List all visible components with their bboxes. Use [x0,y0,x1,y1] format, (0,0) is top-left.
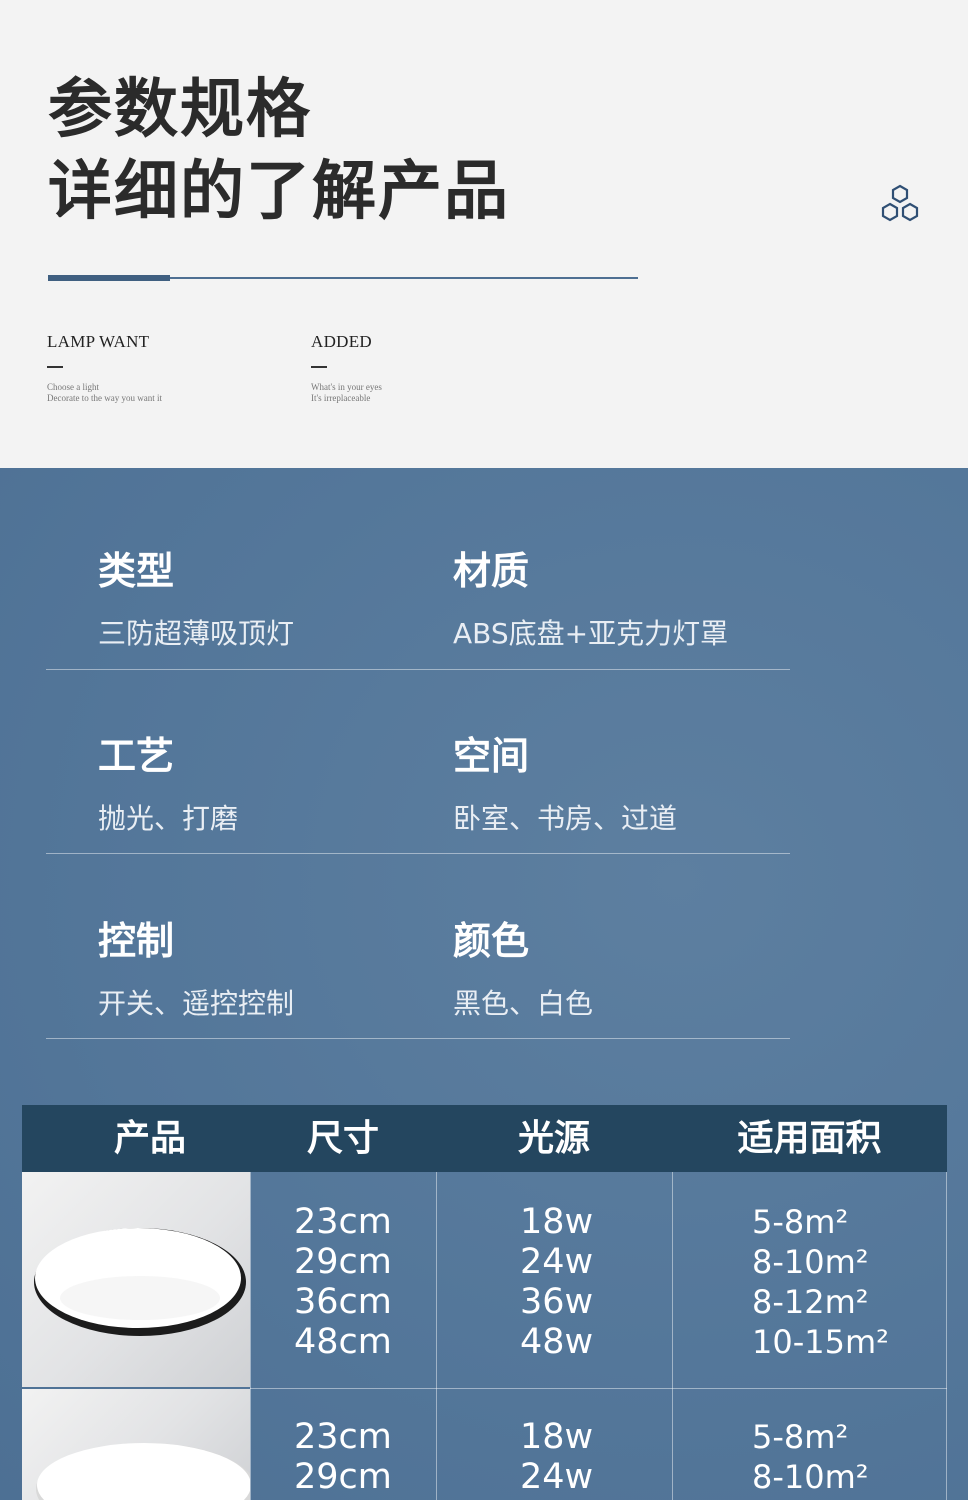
tagline-lamp-want: LAMP WANT Choose a light Decorate to the… [47,332,162,404]
spec-value: 黑色、白色 [453,987,594,1020]
tagline-dash [47,366,63,368]
tagline-line: Choose a light [47,382,99,392]
column-header-size: 尺寸 [306,1118,379,1159]
tagline-line: It's irreplaceable [311,393,371,403]
watt-cell: 18w 24w [520,1417,593,1497]
tagline-line: Decorate to the way you want it [47,393,162,403]
column-header-light: 光源 [517,1118,590,1159]
spec-color: 颜色 黑色、白色 [453,922,593,1018]
area-cell: 5-8m² 8-10m² [752,1417,869,1497]
spec-value: ABS底盘+亚克力灯罩 [453,617,729,650]
size-value: 29cm [294,1457,392,1497]
divider-accent [48,275,170,281]
watt-value: 24w [520,1242,594,1282]
area-value: 8-10m² [752,1243,869,1281]
column-header-area: 适用面积 [737,1118,882,1159]
spec-key: 类型 [98,549,175,593]
area-cell: 5-8m² 8-10m² 8-12m² 10-15m² [752,1202,889,1362]
column-divider [672,1172,673,1500]
table-row: 23cm 29cm 36cm 48cm 18w 24w 36w 48w 5-8m… [22,1172,947,1388]
spec-divider [46,1038,790,1039]
column-header-product: 产品 [113,1118,186,1159]
tagline-line: What's in your eyes [311,382,382,392]
size-cell: 23cm 29cm 36cm 48cm [294,1202,392,1362]
spec-value: 抛光、打磨 [98,802,239,835]
spec-key: 控制 [98,919,175,963]
tagline-heading: ADDED [311,332,372,351]
column-divider [946,1172,947,1500]
watt-cell: 18w 24w 36w 48w [520,1202,593,1362]
product-image [22,1389,250,1500]
spec-key: 材质 [453,549,530,593]
tagline-dash [311,366,327,368]
area-value: 5-8m² [752,1418,849,1456]
watt-value: 18w [520,1202,594,1242]
spec-value: 开关、遥控控制 [98,987,295,1020]
spec-type: 类型 三防超薄吸顶灯 [98,552,294,648]
spec-divider [46,853,790,854]
spec-table: 产品 尺寸 光源 适用面积 23cm 29cm 36cm 48cm 18w 24… [22,1105,947,1500]
spec-value: 三防超薄吸顶灯 [98,617,295,650]
tagline-text: Choose a light Decorate to the way you w… [47,382,162,404]
spec-space: 空间 卧室、书房、过道 [453,737,677,833]
area-value: 5-8m² [752,1203,849,1241]
watt-value: 36w [520,1282,594,1322]
tagline-added: ADDED What's in your eyes It's irreplace… [311,332,382,404]
size-cell: 23cm 29cm [294,1417,392,1497]
hexagon-cluster-icon [881,184,919,222]
spec-key: 空间 [453,734,530,778]
size-value: 48cm [294,1322,392,1362]
area-value: 8-12m² [752,1283,869,1321]
ceiling-lamp-icon [36,1443,250,1500]
page-subtitle: 详细的了解产品 [48,155,510,229]
spec-key: 工艺 [98,734,175,778]
tagline-text: What's in your eyes It's irreplaceable [311,382,382,404]
watt-value: 48w [520,1322,594,1362]
spec-divider [46,669,790,670]
spec-value: 卧室、书房、过道 [453,802,678,835]
spec-material: 材质 ABS底盘+亚克力灯罩 [453,552,728,648]
tagline-heading: LAMP WANT [47,332,150,351]
table-row: 23cm 29cm 18w 24w 5-8m² 8-10m² [22,1389,947,1500]
watt-value: 24w [520,1457,594,1497]
size-value: 23cm [294,1202,392,1242]
ceiling-lamp-icon [34,1228,246,1336]
spec-key: 颜色 [453,919,530,963]
table-header: 产品 尺寸 光源 适用面积 [22,1105,947,1172]
page-title: 参数规格 [48,73,312,147]
area-value: 8-10m² [752,1458,869,1496]
size-value: 29cm [294,1242,392,1282]
product-image [22,1172,250,1387]
spec-control: 控制 开关、遥控控制 [98,922,294,1018]
header-section: 参数规格 详细的了解产品 LAMP WANT Choose a light De… [0,0,968,468]
size-value: 23cm [294,1417,392,1457]
column-divider [436,1172,437,1500]
watt-value: 18w [520,1417,594,1457]
column-divider [250,1172,251,1500]
area-value: 10-15m² [752,1323,889,1361]
size-value: 36cm [294,1282,392,1322]
spec-craft: 工艺 抛光、打磨 [98,737,238,833]
